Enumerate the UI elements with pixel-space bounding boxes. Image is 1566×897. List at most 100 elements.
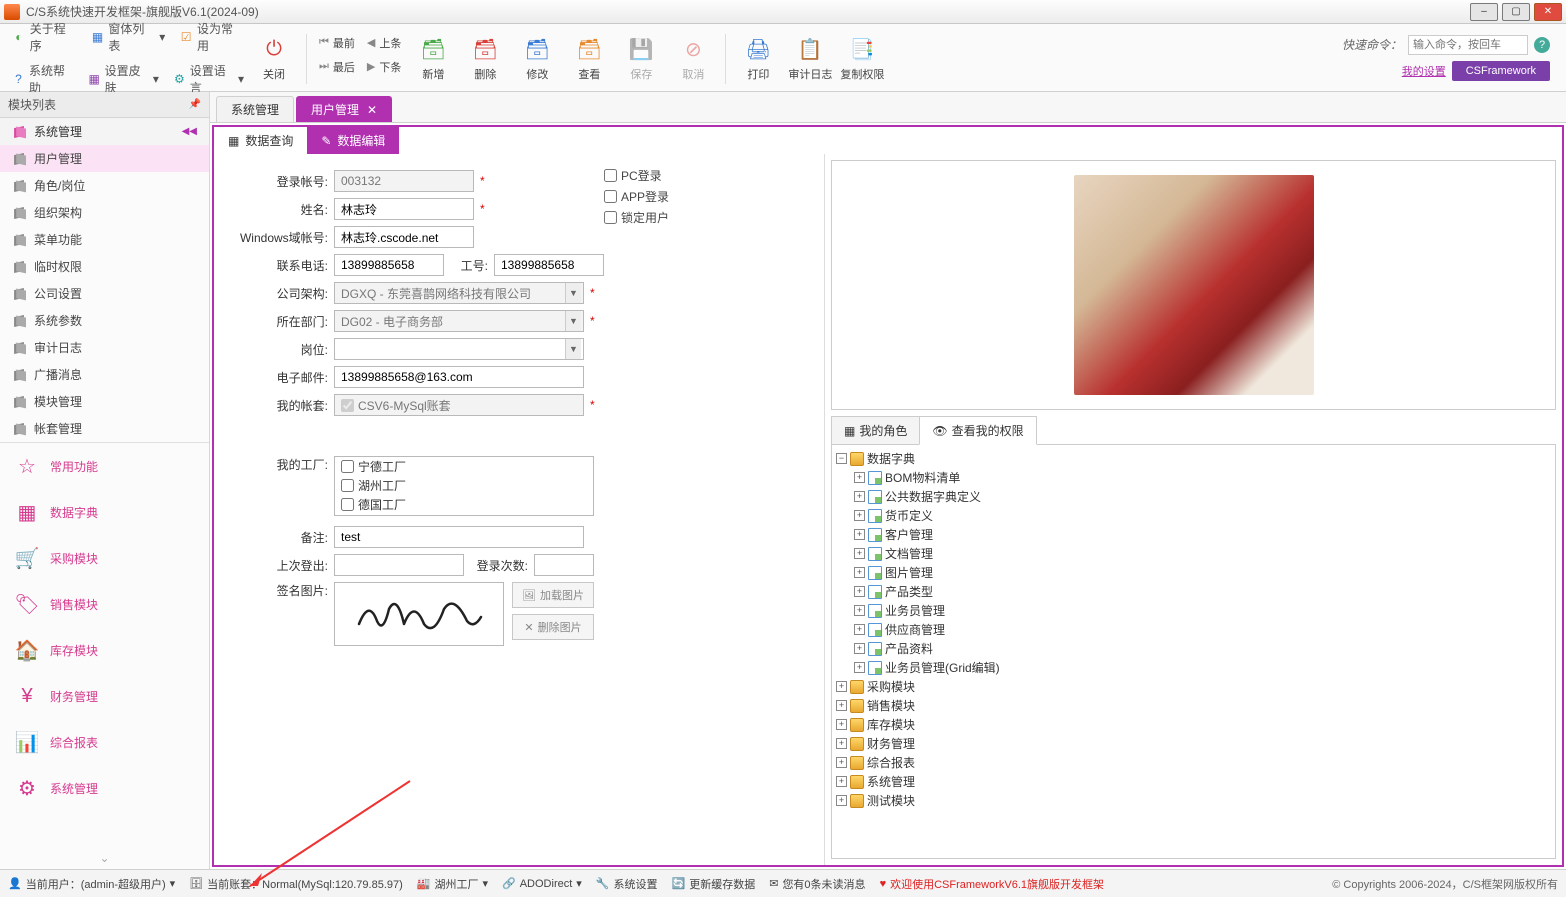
add-button[interactable]: 🗃新增 (409, 34, 457, 84)
lastlogin-input[interactable] (334, 554, 464, 576)
status-settings[interactable]: 🔧系统设置 (596, 876, 658, 892)
sidebar-item-3[interactable]: 菜单功能 (0, 226, 209, 253)
tree-node[interactable]: +综合报表 (836, 753, 1551, 772)
sidebar-item-6[interactable]: 系统参数 (0, 307, 209, 334)
phone-input[interactable] (334, 254, 444, 276)
sidebar-module-1[interactable]: ▦数据字典 (0, 489, 209, 535)
factory-item[interactable]: 湖州工厂 (335, 476, 593, 495)
factory-item[interactable]: 德国工厂 (335, 495, 593, 514)
remark-input[interactable] (334, 526, 584, 548)
sidebar-item-2[interactable]: 组织架构 (0, 199, 209, 226)
sidebar-module-7[interactable]: ⚙系统管理 (0, 765, 209, 811)
tree-node[interactable]: +采购模块 (836, 677, 1551, 696)
tree-node[interactable]: +测试模块 (836, 791, 1551, 810)
tree-node[interactable]: +BOM物料清单 (854, 468, 1551, 487)
expand-icon[interactable]: − (836, 453, 847, 464)
expand-icon[interactable]: + (836, 719, 847, 730)
minimize-button[interactable]: – (1470, 3, 1498, 21)
copyauth-button[interactable]: 📑复制权限 (838, 34, 886, 84)
expand-icon[interactable]: + (854, 662, 865, 673)
logincount-input[interactable] (534, 554, 594, 576)
tree-node[interactable]: +财务管理 (836, 734, 1551, 753)
factory-checkbox[interactable] (341, 498, 354, 511)
expand-icon[interactable]: + (836, 795, 847, 806)
subtab-edit[interactable]: ✎数据编辑 (307, 127, 399, 154)
close-window-button[interactable]: ✕ (1534, 3, 1562, 21)
sidebar-module-4[interactable]: 🏠库存模块 (0, 627, 209, 673)
tree-node[interactable]: +客户管理 (854, 525, 1551, 544)
tree-node[interactable]: +公共数据字典定义 (854, 487, 1551, 506)
tab-user[interactable]: 用户管理✕ (296, 96, 392, 122)
sidebar-item-9[interactable]: 模块管理 (0, 388, 209, 415)
delete-image-button[interactable]: ✕删除图片 (512, 614, 594, 640)
pin-icon[interactable]: 📌 (189, 99, 201, 110)
quick-command-input[interactable] (1408, 35, 1528, 55)
expand-icon[interactable]: + (836, 681, 847, 692)
status-ado[interactable]: 🔗ADODirect ▾ (502, 877, 582, 890)
expand-icon[interactable]: + (854, 567, 865, 578)
setdefault-button[interactable]: ☑设为常用 (175, 18, 248, 56)
email-input[interactable] (334, 366, 584, 388)
sidebar-expand-icon[interactable]: ⌄ (0, 847, 209, 869)
lock-user-checkbox[interactable]: 锁定用户 (604, 209, 669, 226)
factory-item[interactable]: 宁德工厂 (335, 457, 593, 476)
app-login-checkbox[interactable]: APP登录 (604, 188, 669, 205)
expand-icon[interactable]: + (854, 643, 865, 654)
company-combo[interactable]: DGXQ - 东莞喜鹊网络科技有限公司▼ (334, 282, 584, 304)
sidebar-module-0[interactable]: ☆常用功能 (0, 443, 209, 489)
workno-input[interactable] (494, 254, 604, 276)
sidebar-module-6[interactable]: 📊综合报表 (0, 719, 209, 765)
formlist-button[interactable]: ▦窗体列表 ▾ (87, 18, 170, 56)
expand-icon[interactable]: + (854, 529, 865, 540)
help-icon[interactable]: ? (1534, 37, 1550, 53)
sidebar-item-7[interactable]: 审计日志 (0, 334, 209, 361)
expand-icon[interactable]: + (836, 757, 847, 768)
sidebar-item-4[interactable]: 临时权限 (0, 253, 209, 280)
about-button[interactable]: ◐关于程序 (8, 18, 81, 56)
permission-tree[interactable]: −数据字典+BOM物料清单+公共数据字典定义+货币定义+客户管理+文档管理+图片… (831, 445, 1556, 859)
close-form-button[interactable]: ⏻关闭 (250, 34, 298, 84)
tab-my-roles[interactable]: ▦我的角色 (831, 416, 920, 444)
sidebar-module-2[interactable]: 🛒采购模块 (0, 535, 209, 581)
tree-node[interactable]: +系统管理 (836, 772, 1551, 791)
tree-node[interactable]: +产品类型 (854, 582, 1551, 601)
load-image-button[interactable]: 🖼加载图片 (512, 582, 594, 608)
delete-button[interactable]: 🗃删除 (461, 34, 509, 84)
expand-icon[interactable]: + (854, 491, 865, 502)
expand-icon[interactable]: + (854, 472, 865, 483)
nav-first-button[interactable]: ⏮最前 (315, 34, 359, 52)
print-button[interactable]: 🖨打印 (734, 34, 782, 84)
windows-account-input[interactable] (334, 226, 474, 248)
nav-last-button[interactable]: ⏭最后 (315, 58, 359, 76)
sidebar-item-5[interactable]: 公司设置 (0, 280, 209, 307)
tree-node[interactable]: +业务员管理 (854, 601, 1551, 620)
sidebar-item-1[interactable]: 角色/岗位 (0, 172, 209, 199)
nav-prev-button[interactable]: ◀上条 (363, 34, 405, 52)
save-button[interactable]: 💾保存 (617, 34, 665, 84)
sidebar-item-10[interactable]: 帐套管理 (0, 415, 209, 442)
edit-button[interactable]: 🗃修改 (513, 34, 561, 84)
status-cache[interactable]: 🔄更新缓存数据 (672, 876, 756, 892)
sidebar-item-8[interactable]: 广播消息 (0, 361, 209, 388)
maximize-button[interactable]: ▢ (1502, 3, 1530, 21)
expand-icon[interactable]: + (836, 738, 847, 749)
nav-next-button[interactable]: ▶下条 (363, 58, 405, 76)
my-settings-link[interactable]: 我的设置 (1402, 63, 1446, 79)
factory-list[interactable]: 宁德工厂湖州工厂德国工厂南阳工厂 (334, 456, 594, 516)
cancel-button[interactable]: ⊘取消 (669, 34, 717, 84)
expand-icon[interactable]: + (836, 700, 847, 711)
status-factory[interactable]: 🏭湖州工厂 ▾ (417, 876, 488, 892)
post-combo[interactable]: ▼ (334, 338, 584, 360)
factory-checkbox[interactable] (341, 460, 354, 473)
expand-icon[interactable]: + (836, 776, 847, 787)
expand-icon[interactable]: + (854, 586, 865, 597)
sidebar-module-5[interactable]: ¥财务管理 (0, 673, 209, 719)
status-messages[interactable]: ✉您有0条未读消息 (769, 876, 865, 892)
tree-node[interactable]: −数据字典 (836, 449, 1551, 468)
expand-icon[interactable]: + (854, 605, 865, 616)
tree-node[interactable]: +业务员管理(Grid编辑) (854, 658, 1551, 677)
expand-icon[interactable]: + (854, 548, 865, 559)
dept-combo[interactable]: DG02 - 电子商务部▼ (334, 310, 584, 332)
tree-node[interactable]: +库存模块 (836, 715, 1551, 734)
pc-login-checkbox[interactable]: PC登录 (604, 167, 669, 184)
